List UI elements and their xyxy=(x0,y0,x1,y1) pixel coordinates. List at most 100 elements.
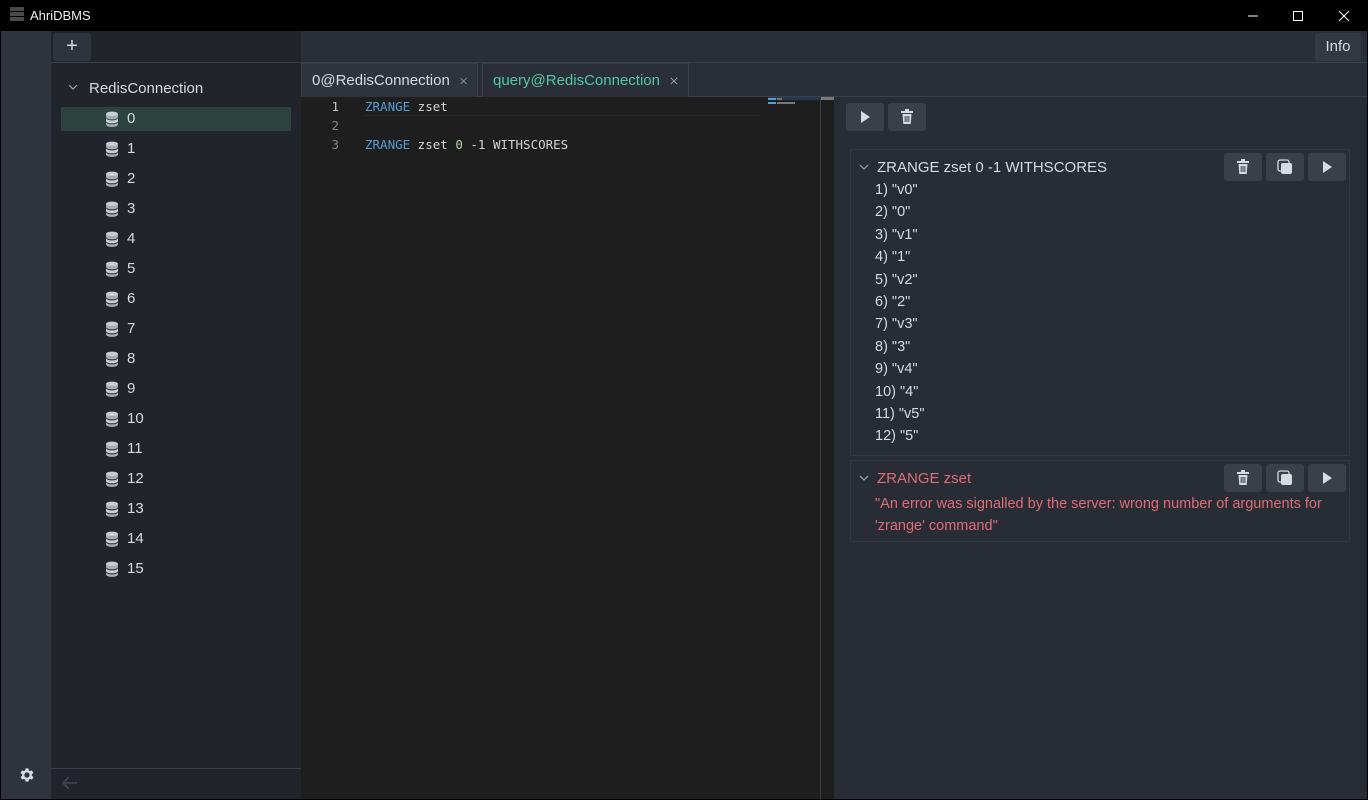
sidebar-item-db-2[interactable]: 2 xyxy=(61,167,291,191)
database-icon xyxy=(105,261,119,277)
sidebar-item-db-7[interactable]: 7 xyxy=(61,317,291,341)
sidebar-item-db-14[interactable]: 14 xyxy=(61,527,291,551)
copy-result-button[interactable] xyxy=(1266,153,1304,181)
scrollbar-thumb[interactable] xyxy=(821,97,834,100)
database-label: 14 xyxy=(127,530,144,547)
database-label: 1 xyxy=(127,140,136,157)
sidebar-item-db-13[interactable]: 13 xyxy=(61,497,291,521)
sidebar-item-db-11[interactable]: 11 xyxy=(61,437,291,461)
editor-minimap[interactable] xyxy=(768,97,820,799)
copy-icon xyxy=(1277,470,1292,485)
results-panel: ZRANGE zset 0 -1 WITHSCORES 1) "v0" 2) "0… xyxy=(834,97,1367,799)
play-icon xyxy=(861,111,870,123)
editor-scrollbar[interactable] xyxy=(820,97,834,799)
sidebar-item-db-1[interactable]: 1 xyxy=(61,137,291,161)
sidebar-item-db-9[interactable]: 9 xyxy=(61,377,291,401)
delete-result-button[interactable] xyxy=(1224,153,1262,181)
database-label: 10 xyxy=(127,410,144,427)
database-icon xyxy=(105,111,119,127)
copy-result-button[interactable] xyxy=(1266,464,1304,492)
delete-result-button[interactable] xyxy=(1224,464,1262,492)
maximize-button[interactable] xyxy=(1275,0,1321,31)
code-number: 0 xyxy=(455,137,463,152)
sidebar-toolbar: + xyxy=(51,31,301,63)
title-bar: AhriDBMS xyxy=(0,0,1368,31)
clear-results-button[interactable] xyxy=(888,103,926,131)
code-args: zset xyxy=(410,99,448,114)
arrow-left-icon[interactable] xyxy=(61,774,79,792)
close-tab-icon[interactable] xyxy=(460,76,467,86)
minimap-line xyxy=(777,102,795,104)
info-button[interactable]: Info xyxy=(1315,33,1361,61)
connection-tree-node[interactable]: RedisConnection xyxy=(51,75,301,101)
result-row: 4) "1" xyxy=(875,249,911,266)
result-card-error: ZRANGE zset "An error was signalled by t… xyxy=(850,460,1350,542)
database-label: 11 xyxy=(127,440,143,457)
minimap-line xyxy=(777,98,782,100)
add-connection-button[interactable]: + xyxy=(53,33,91,61)
minimap-line xyxy=(768,98,776,100)
sidebar-divider xyxy=(51,768,301,769)
minimize-button[interactable] xyxy=(1230,0,1276,31)
rerun-button[interactable] xyxy=(1308,464,1346,492)
chevron-down-icon[interactable] xyxy=(859,162,869,172)
trash-icon xyxy=(1237,159,1249,174)
close-button[interactable] xyxy=(1321,0,1367,31)
trash-icon xyxy=(1237,470,1249,485)
database-icon xyxy=(105,441,119,457)
editor-line: 2 xyxy=(301,116,820,135)
tab-query[interactable]: query@RedisConnection xyxy=(482,63,689,97)
database-label: 3 xyxy=(127,200,136,217)
line-number: 2 xyxy=(331,118,339,133)
play-icon xyxy=(1323,472,1332,484)
database-icon xyxy=(105,411,119,427)
result-row: 7) "v3" xyxy=(875,316,918,333)
database-label: 9 xyxy=(127,380,136,397)
sidebar-item-db-5[interactable]: 5 xyxy=(61,257,291,281)
database-list: 0 1 2 3 4 5 6 7 8 9 10 11 12 13 14 15 xyxy=(61,107,291,587)
result-row: 11) "v5" xyxy=(875,406,925,422)
database-icon xyxy=(105,471,119,487)
sidebar-item-db-8[interactable]: 8 xyxy=(61,347,291,371)
database-label: 8 xyxy=(127,350,136,367)
result-command: ZRANGE zset 0 -1 WITHSCORES xyxy=(877,159,1108,176)
code-keyword: ZRANGE xyxy=(365,137,411,152)
editor-line: 1 ZRANGE zset xyxy=(301,97,820,116)
connection-name: RedisConnection xyxy=(89,80,204,97)
result-row: 2) "0" xyxy=(875,204,911,221)
tab-db0[interactable]: 0@RedisConnection xyxy=(301,63,478,97)
rerun-button[interactable] xyxy=(1308,153,1346,181)
close-icon xyxy=(1338,10,1350,21)
sidebar-item-db-4[interactable]: 4 xyxy=(61,227,291,251)
database-label: 12 xyxy=(127,470,144,487)
code-keyword: ZRANGE xyxy=(365,99,411,114)
gear-icon[interactable] xyxy=(18,766,36,784)
database-label: 0 xyxy=(127,110,136,127)
sidebar-item-db-10[interactable]: 10 xyxy=(61,407,291,431)
database-icon xyxy=(105,201,119,217)
result-card: ZRANGE zset 0 -1 WITHSCORES 1) "v0" 2) "0… xyxy=(850,149,1350,456)
database-icon xyxy=(105,291,119,307)
sidebar-item-db-6[interactable]: 6 xyxy=(61,287,291,311)
sidebar-item-db-15[interactable]: 15 xyxy=(61,557,291,581)
database-label: 15 xyxy=(127,560,144,577)
result-row: 5) "v2" xyxy=(875,271,918,288)
run-all-button[interactable] xyxy=(846,103,884,131)
result-command: ZRANGE zset xyxy=(877,470,972,487)
error-message: "An error was signalled by the server: w… xyxy=(875,496,1322,534)
close-tab-icon[interactable] xyxy=(670,76,678,86)
database-icon xyxy=(105,531,119,547)
result-row: 6) "2" xyxy=(875,294,911,310)
query-editor[interactable]: 1 ZRANGE zset 2 3 ZRANGE zset 0 -1 WITHS… xyxy=(301,97,820,799)
chevron-down-icon xyxy=(68,84,78,90)
sidebar-item-db-3[interactable]: 3 xyxy=(61,197,291,221)
chevron-down-icon[interactable] xyxy=(859,473,869,483)
database-label: 7 xyxy=(127,320,136,337)
app-logo-icon xyxy=(10,7,24,23)
result-row: 1) "v0" xyxy=(875,182,918,198)
sidebar-item-db-0[interactable]: 0 xyxy=(61,107,291,131)
maximize-icon xyxy=(1293,10,1303,21)
tab-label: query@RedisConnection xyxy=(493,72,660,89)
result-row: 12) "5" xyxy=(875,428,919,445)
sidebar-item-db-12[interactable]: 12 xyxy=(61,467,291,491)
